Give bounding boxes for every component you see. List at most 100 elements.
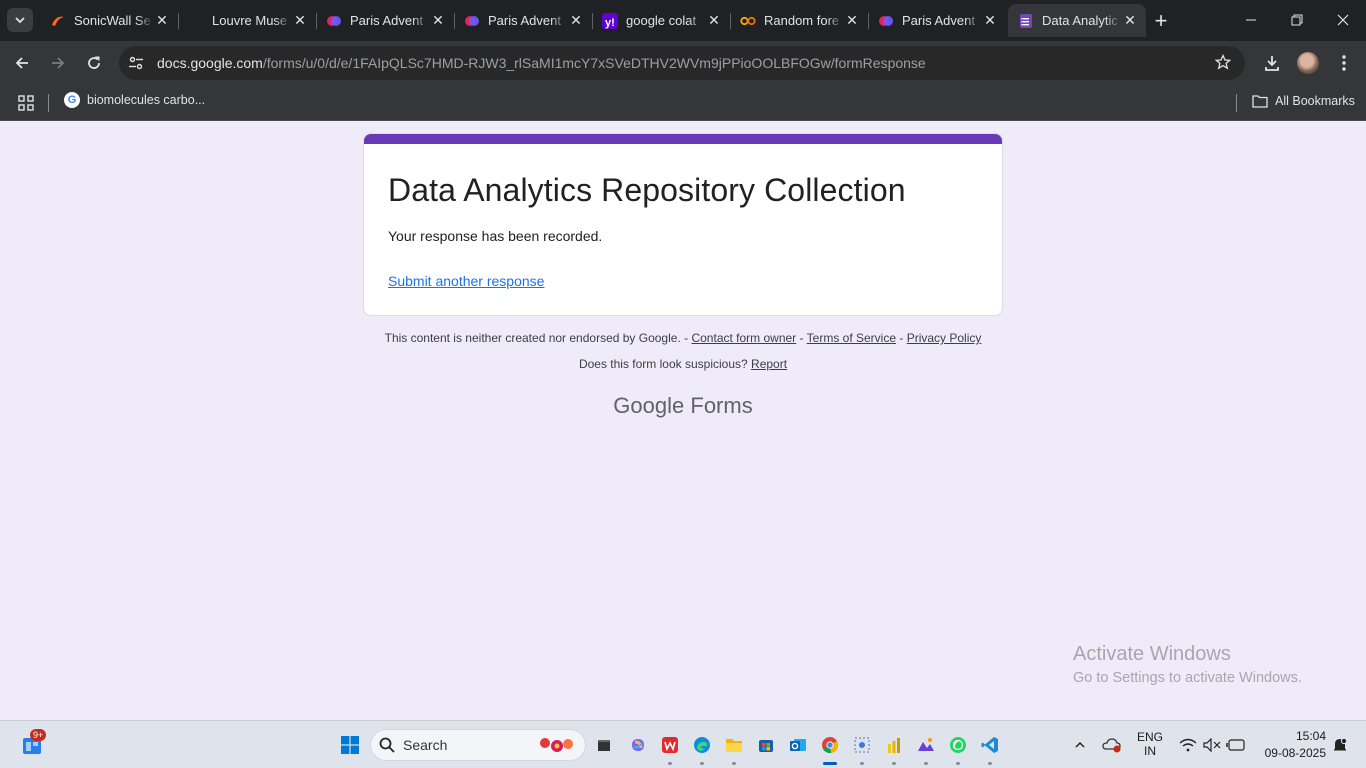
forward-button[interactable]: [44, 49, 72, 77]
running-indicator: [700, 762, 704, 765]
taskbar-wps[interactable]: [658, 733, 682, 757]
language-line2: IN: [1144, 744, 1156, 758]
start-button[interactable]: [338, 733, 362, 757]
close-icon[interactable]: ✕: [568, 12, 584, 29]
tab-random-forest[interactable]: Random fore ✕: [730, 4, 869, 37]
running-indicator-active: [823, 762, 837, 765]
outlook-icon: [790, 739, 806, 751]
google-forms-logo[interactable]: Google Forms: [0, 393, 1366, 419]
bookmark-star-icon[interactable]: [1214, 53, 1232, 75]
taskbar-powerbi[interactable]: [882, 733, 906, 757]
running-indicator: [988, 762, 992, 765]
chevron-up-icon: [1075, 741, 1085, 748]
tray-battery[interactable]: [1224, 733, 1248, 757]
taskbar-file-explorer[interactable]: [722, 733, 746, 757]
watermark-title: Activate Windows: [1073, 643, 1231, 665]
tab-title: google colat: [626, 13, 697, 28]
bookmarks-bar: G biomolecules carbo... All Bookmarks: [0, 85, 1366, 121]
submit-another-response-link[interactable]: Submit another response: [388, 273, 544, 289]
taskbar-snipping[interactable]: [850, 733, 874, 757]
minimize-icon: [1246, 19, 1256, 21]
bookmark-label: biomolecules carbo...: [87, 93, 206, 107]
running-indicator: [860, 762, 864, 765]
volume-muted-icon: [1203, 738, 1221, 752]
taskbar-vscode[interactable]: [978, 733, 1002, 757]
taskbar-app[interactable]: [914, 733, 938, 757]
windows-taskbar: 9+ Search ENG IN 15:04 09-08-2025: [0, 720, 1366, 768]
tab-paris-1[interactable]: Paris Advent ✕: [316, 4, 455, 37]
close-icon[interactable]: ✕: [706, 12, 722, 29]
activate-windows-watermark: Activate Windows Go to Settings to activ…: [1073, 643, 1302, 686]
all-bookmarks-button[interactable]: All Bookmarks: [1252, 94, 1355, 108]
tab-data-analytics[interactable]: Data Analytic ✕: [1008, 4, 1146, 37]
site-info-icon[interactable]: [128, 55, 146, 71]
blank-icon: [188, 13, 204, 29]
terms-of-service-link[interactable]: Terms of Service: [807, 331, 896, 345]
tray-wifi[interactable]: [1176, 733, 1200, 757]
taskbar-chrome[interactable]: [818, 733, 842, 757]
address-bar[interactable]: docs.google.com/forms/u/0/d/e/1FAIpQLSc7…: [119, 46, 1245, 80]
taskbar-outlook[interactable]: [786, 733, 810, 757]
taskbar-copilot[interactable]: [626, 733, 650, 757]
snipping-icon: [854, 737, 870, 753]
tab-sonicwall[interactable]: SonicWall Se ✕: [40, 4, 179, 37]
new-tab-button[interactable]: +: [1148, 8, 1174, 34]
taskbar-terminal[interactable]: [592, 733, 616, 757]
taskbar-store[interactable]: [754, 733, 778, 757]
running-indicator: [732, 762, 736, 765]
folder-icon: [726, 739, 742, 752]
taskbar-edge[interactable]: [690, 733, 714, 757]
bookmark-item[interactable]: G biomolecules carbo...: [64, 92, 205, 108]
apps-grid-icon[interactable]: [18, 95, 34, 116]
close-icon[interactable]: ✕: [430, 12, 446, 29]
report-link[interactable]: Report: [751, 357, 787, 371]
copilot-icon: [632, 739, 644, 751]
tab-louvre[interactable]: Louvre Muse ✕: [178, 4, 317, 37]
tray-overflow-button[interactable]: [1068, 733, 1092, 757]
tray-notifications[interactable]: [1328, 733, 1352, 757]
close-icon[interactable]: ✕: [292, 12, 308, 29]
clock[interactable]: 15:04 09-08-2025: [1256, 729, 1326, 760]
tab-paris-2[interactable]: Paris Advent ✕: [454, 4, 593, 37]
running-indicator: [924, 762, 928, 765]
notification-badge: 9+: [30, 729, 47, 741]
menu-button[interactable]: [1330, 49, 1358, 77]
profile-button[interactable]: [1294, 49, 1322, 77]
tray-onedrive[interactable]: [1100, 733, 1124, 757]
close-icon[interactable]: ✕: [844, 12, 860, 29]
mountain-app-icon: [918, 738, 934, 751]
taskbar-search[interactable]: Search: [370, 729, 586, 761]
tab-paris-3[interactable]: Paris Advent ✕: [868, 4, 1006, 37]
avatar: [1297, 52, 1319, 74]
tab-google-colab[interactable]: y! google colat ✕: [592, 4, 731, 37]
tray-volume[interactable]: [1200, 733, 1224, 757]
sonicwall-icon: [50, 13, 66, 29]
language-indicator[interactable]: ENG IN: [1134, 730, 1166, 758]
restore-button[interactable]: [1274, 0, 1320, 40]
reload-button[interactable]: [80, 49, 108, 77]
chat-icon: [326, 13, 342, 29]
close-icon[interactable]: ✕: [1122, 12, 1138, 29]
close-icon[interactable]: ✕: [982, 12, 998, 29]
cloud-error-icon: [1102, 738, 1121, 753]
reload-icon: [88, 56, 100, 69]
disclaimer-text: This content is neither created nor endo…: [384, 331, 689, 345]
search-icon: [379, 737, 395, 753]
downloads-button[interactable]: [1258, 49, 1286, 77]
restore-icon: [1291, 14, 1303, 26]
chrome-icon: [822, 737, 839, 754]
kebab-menu-icon: [1342, 55, 1346, 71]
clock-time: 15:04: [1295, 729, 1326, 743]
back-button[interactable]: [8, 49, 36, 77]
minimize-button[interactable]: [1228, 0, 1274, 40]
close-window-button[interactable]: [1320, 0, 1366, 40]
contact-form-owner-link[interactable]: Contact form owner: [691, 331, 796, 345]
running-indicator: [892, 762, 896, 765]
tab-search-button[interactable]: [7, 8, 33, 32]
plus-icon: +: [1154, 8, 1168, 33]
watermark-subtitle: Go to Settings to activate Windows.: [1073, 670, 1302, 686]
taskbar-whatsapp[interactable]: [946, 733, 970, 757]
close-icon[interactable]: ✕: [154, 12, 170, 29]
privacy-policy-link[interactable]: Privacy Policy: [907, 331, 982, 345]
tab-title: SonicWall Se: [74, 13, 151, 28]
